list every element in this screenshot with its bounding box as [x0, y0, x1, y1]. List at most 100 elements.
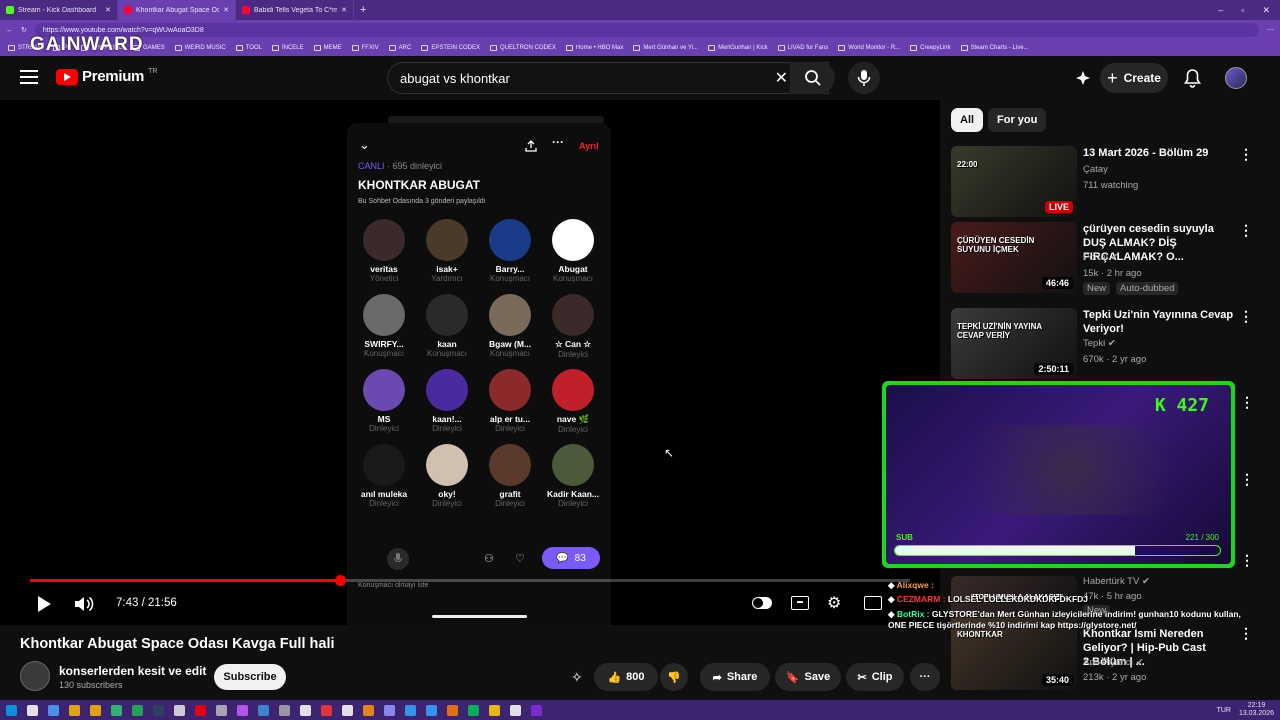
ai-sparkle-icon[interactable]	[1075, 70, 1091, 91]
bookmark-item[interactable]: Home • HBO Max	[565, 45, 623, 51]
folder-icon	[388, 45, 396, 51]
tab-close-icon[interactable]: ✕	[341, 6, 347, 14]
dislike-button[interactable]: 👎	[660, 663, 688, 691]
search-button[interactable]	[790, 62, 835, 94]
play-button[interactable]	[36, 595, 52, 618]
chip-for-you[interactable]: For you	[988, 108, 1047, 132]
url-field[interactable]: https://www.youtube.com/watch?v=qWUwAoaO…	[34, 23, 1259, 37]
bookmark-item[interactable]: LIVAD for Fans	[777, 45, 828, 51]
subscribe-button[interactable]: Subscribe	[214, 664, 286, 690]
volume-button[interactable]	[74, 595, 94, 618]
captions-icon[interactable]: ▬	[791, 596, 809, 610]
taskbar-app-icon[interactable]	[90, 704, 101, 716]
channel-avatar[interactable]	[20, 661, 50, 691]
taskbar-app-icon[interactable]	[216, 704, 227, 716]
browser-tab[interactable]: Khontkar Abugat Space Odası✕	[118, 0, 236, 20]
taskbar-app-icon[interactable]	[426, 704, 437, 716]
taskbar-app-icon[interactable]	[300, 704, 311, 716]
bookmark-item[interactable]: ARC	[388, 45, 411, 51]
taskbar-app-icon[interactable]	[48, 704, 59, 716]
progress-scrubber[interactable]	[334, 575, 346, 586]
bookmark-item[interactable]: MEME	[313, 45, 342, 51]
taskbar-app-icon[interactable]	[405, 704, 416, 716]
bookmark-item[interactable]: Steam Charts - Live...	[960, 45, 1029, 51]
taskbar-app-icon[interactable]	[384, 704, 395, 716]
taskbar-app-icon[interactable]	[342, 704, 353, 716]
taskbar-app-icon[interactable]	[489, 704, 500, 716]
taskbar-app-icon[interactable]	[363, 704, 374, 716]
extensions-icon[interactable]: ⋯	[1267, 26, 1274, 34]
taskbar-app-icon[interactable]	[321, 704, 332, 716]
taskbar-app-icon[interactable]	[69, 704, 80, 716]
menu-icon[interactable]	[20, 70, 38, 84]
taskbar-app-icon[interactable]	[174, 704, 185, 716]
taskbar-app-icon[interactable]	[531, 704, 542, 716]
bookmark-item[interactable]: CreepyLink	[910, 45, 951, 51]
search-input[interactable]	[400, 70, 775, 86]
taskbar-app-icon[interactable]	[195, 704, 206, 716]
share-button[interactable]: ➦ Share	[700, 663, 770, 691]
rec-video[interactable]: 22:00 LIVE 13 Mart 2026 - Bölüm 29 Çatay 711…	[951, 146, 1253, 221]
bookmark-item[interactable]: MertGunhan | Kick	[708, 45, 768, 51]
rec-video[interactable]: KHONTKAR 35:40 Khontkar İsmi Nereden Geliy…	[951, 580, 1253, 700]
taskbar-app-icon[interactable]	[468, 704, 479, 716]
create-button[interactable]: + Create	[1100, 63, 1168, 93]
input-language[interactable]: TUR	[1217, 707, 1231, 714]
notifications-bell-icon[interactable]	[1184, 69, 1201, 93]
taskbar-app-icon[interactable]	[27, 704, 38, 716]
rec-video[interactable]: ÇÜRÜYEN CESEDİN SUYUNU İÇMEK 46:46 çürüyen…	[951, 222, 1253, 297]
reload-icon[interactable]: ↻	[21, 26, 27, 34]
tab-close-icon[interactable]: ✕	[223, 6, 229, 14]
clear-search-icon[interactable]: ✕	[775, 68, 788, 88]
more-vert-icon[interactable]: ⋮	[1240, 394, 1254, 411]
like-button[interactable]: 👍 800	[594, 663, 658, 691]
bookmark-item[interactable]: FFXIV	[351, 45, 379, 51]
chat-text: GLYSTORE'dan Mert Günhan izleyicilerine …	[888, 609, 1241, 630]
browser-tab[interactable]: Babidi Tells Vegeta To C*m - YouTu...✕	[236, 0, 354, 20]
more-vert-icon[interactable]: ⋮	[1239, 146, 1253, 163]
voice-search-button[interactable]	[848, 62, 880, 94]
channel-name[interactable]: konserlerden kesit ve edit	[59, 664, 206, 678]
taskbar-app-icon[interactable]	[132, 704, 143, 716]
more-vert-icon[interactable]: ⋮	[1240, 471, 1254, 488]
browser-tab[interactable]: Stream - Kick Dashboard ✕	[0, 0, 118, 20]
miniplayer-icon[interactable]	[864, 596, 882, 610]
taskbar-app-icon[interactable]	[510, 704, 521, 716]
taskbar-app-icon[interactable]	[279, 704, 290, 716]
taskbar-app-icon[interactable]	[447, 704, 458, 716]
tab-close-icon[interactable]: ✕	[105, 6, 111, 14]
clip-button[interactable]: ✂ Clip	[846, 663, 904, 691]
taskbar-app-icon[interactable]	[237, 704, 248, 716]
taskbar-app-icon[interactable]	[111, 704, 122, 716]
bookmark-item[interactable]: TOOL	[235, 45, 262, 51]
taskbar-app-icon[interactable]	[153, 704, 164, 716]
maximize-icon[interactable]: ▫	[1241, 5, 1244, 16]
more-vert-icon[interactable]: ⋮	[1239, 222, 1253, 239]
bookmark-item[interactable]: QUELTRON CODEX	[490, 45, 556, 51]
rec-video[interactable]: TEPKİ UZİ'NİN YAYINA CEVAP VERİY 2:50:11 T…	[951, 308, 1253, 383]
youtube-premium-logo[interactable]: Premium TR	[56, 68, 157, 85]
save-button[interactable]: 🔖 Save	[775, 663, 841, 691]
bookmark-item[interactable]: Mert Günhan ve Yi...	[633, 45, 698, 51]
participant-avatar	[363, 219, 405, 261]
more-vert-icon[interactable]: ⋮	[1239, 308, 1253, 325]
minimize-icon[interactable]: –	[1218, 5, 1223, 16]
back-icon[interactable]: ←	[6, 27, 13, 34]
taskbar-app-icon[interactable]	[258, 704, 269, 716]
chip-all[interactable]: All	[951, 108, 984, 132]
bookmark-item[interactable]: EPSTEIN CODEX	[421, 45, 480, 51]
windows-start-icon[interactable]	[6, 704, 17, 716]
autoplay-toggle[interactable]	[752, 597, 772, 609]
ask-ai-icon[interactable]: ✧	[571, 669, 583, 686]
settings-gear-icon[interactable]: ⚙	[827, 593, 841, 613]
bookmark-label: TOOL	[245, 45, 262, 51]
new-tab-button[interactable]: +	[360, 4, 366, 16]
close-window-icon[interactable]: ✕	[1262, 5, 1270, 16]
more-actions-button[interactable]: ···	[910, 663, 940, 691]
like-count: 800	[626, 671, 645, 683]
bookmark-item[interactable]: World Monitor - R...	[838, 45, 900, 51]
bookmark-item[interactable]: İNCELE	[271, 45, 304, 51]
bookmark-item[interactable]: WEIRD MUSIC	[174, 45, 226, 51]
more-vert-icon[interactable]: ⋮	[1240, 552, 1254, 569]
account-avatar[interactable]	[1225, 67, 1247, 89]
